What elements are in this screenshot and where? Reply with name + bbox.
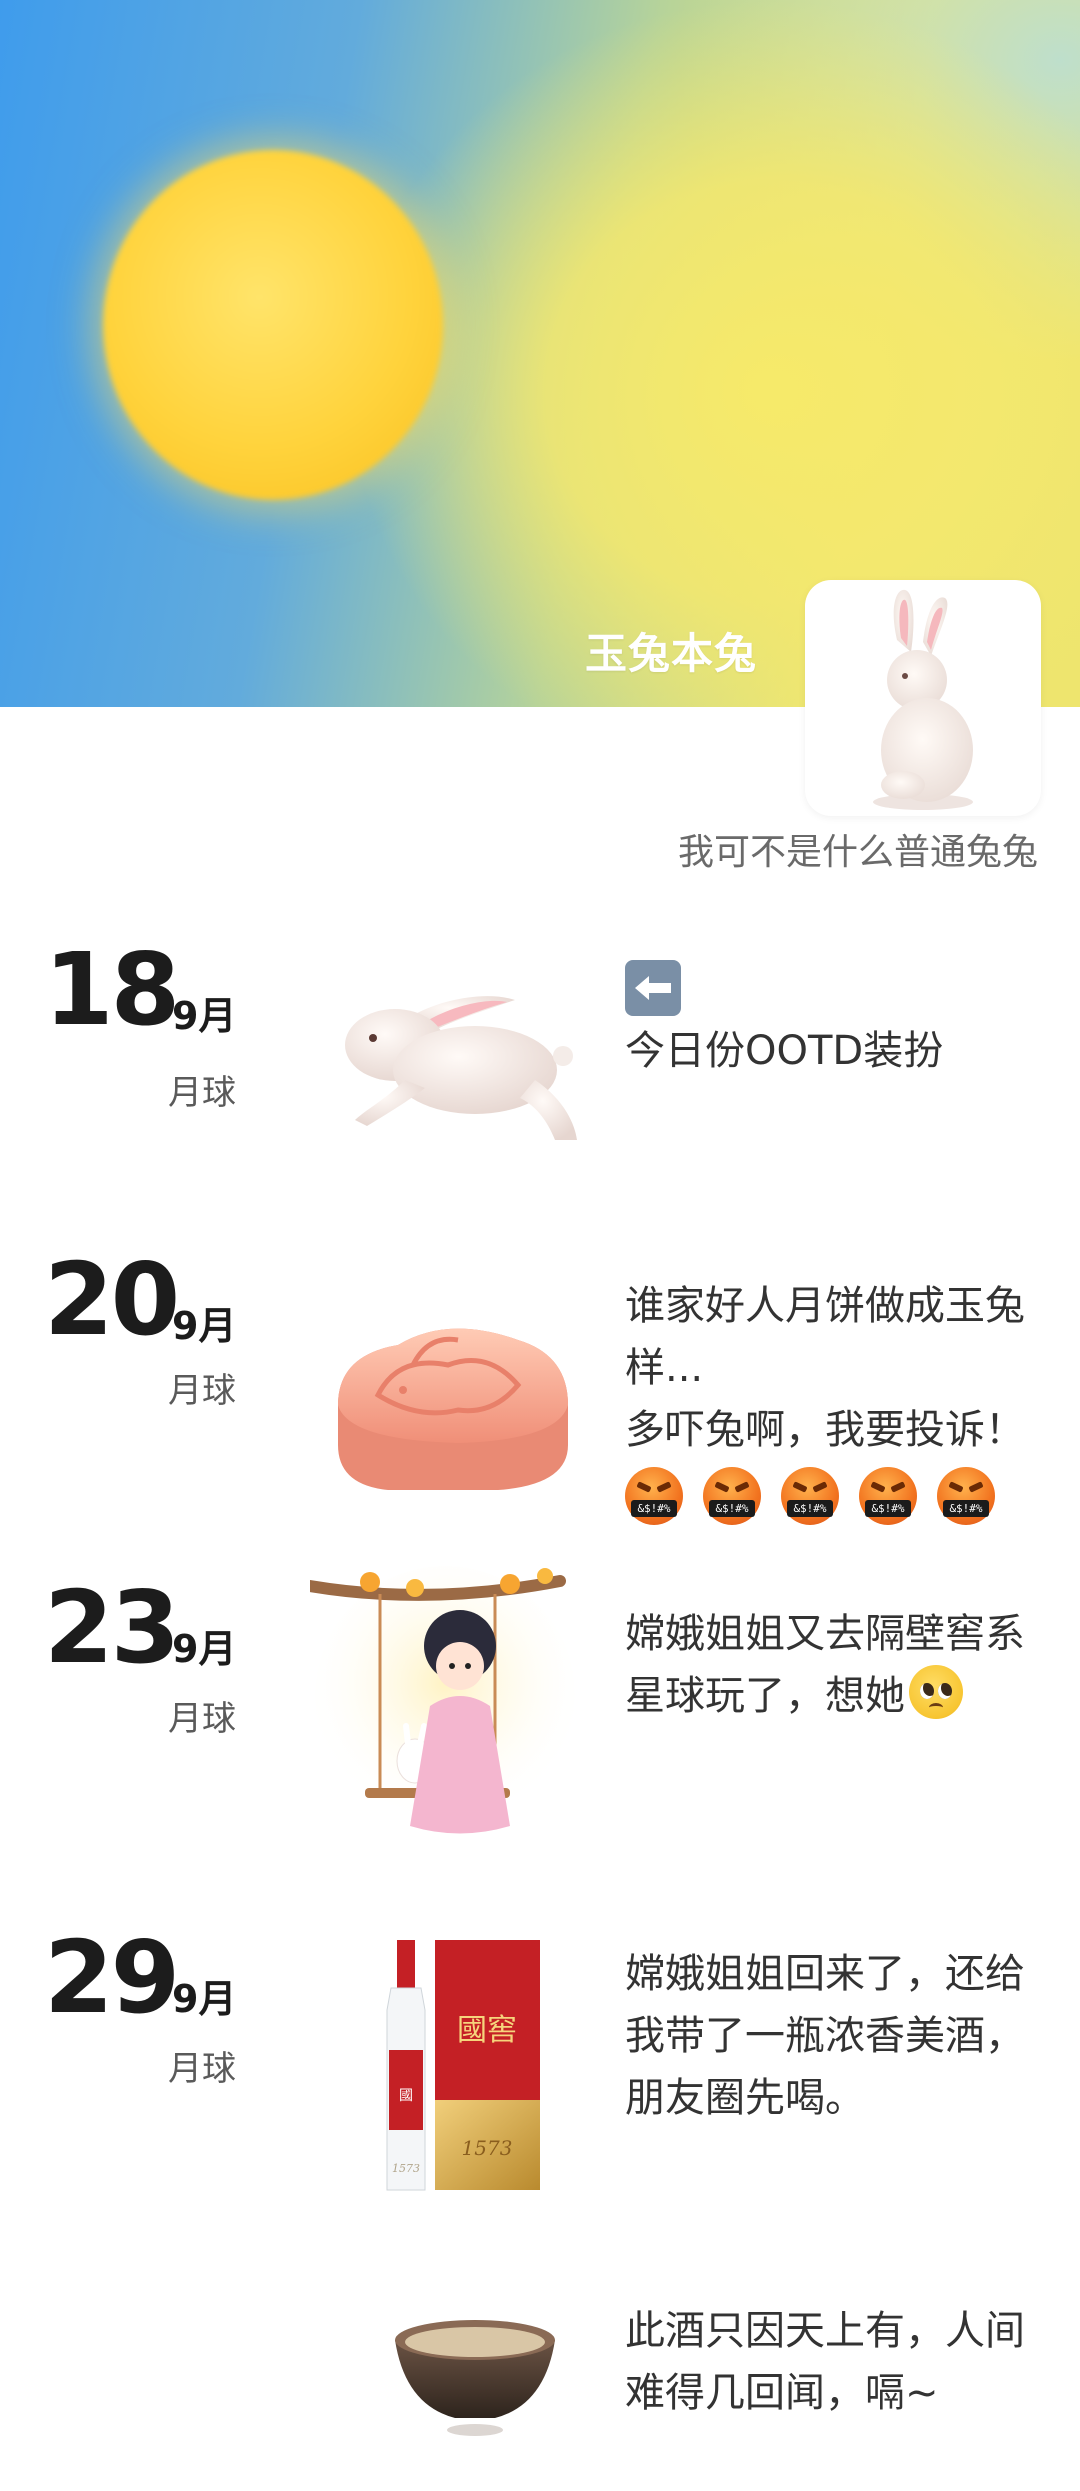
post-text: 嫦娥姐姐回来了，还给我带了一瓶浓香美酒，朋友圈先喝。 — [625, 1951, 1025, 2121]
cursing-face-icon: &$!#% — [781, 1467, 839, 1525]
post-day: 29 — [44, 1919, 180, 2036]
post-text: 嫦娥姐姐又去隔壁窖系星球玩了，想她 — [625, 1611, 1025, 1719]
post-text-block: 今日份OOTD装扮 — [625, 960, 1055, 1082]
post-text: 此酒只因天上有，人间难得几回闻，嗝~ — [625, 2308, 1025, 2416]
liquor-bottle-icon: 國窖 1573 國 1573 — [386, 1940, 540, 2191]
cursing-face-icon: &$!#% — [703, 1467, 761, 1525]
emoji-row: &$!#% &$!#% &$!#% &$!#% &$!#% — [625, 1467, 1055, 1525]
post-text-line: 多吓兔啊，我要投诉！ — [625, 1407, 1025, 1453]
left-arrow-icon — [625, 960, 681, 1016]
wine-cup-image[interactable] — [385, 2310, 565, 2444]
post-month: 9月 — [172, 994, 237, 1038]
svg-text:1573: 1573 — [462, 2136, 513, 2160]
post-location: 月球 — [168, 2049, 236, 2089]
rabbit-mooncake-image[interactable] — [318, 1295, 580, 1499]
wine-cup-icon — [395, 2320, 555, 2436]
pleading-face-icon — [909, 1665, 963, 1719]
cursing-face-icon: &$!#% — [937, 1467, 995, 1525]
post-text-block: 谁家好人月饼做成玉兔样... 多吓兔啊，我要投诉！ &$!#% &$!#% &$… — [625, 1275, 1055, 1525]
svg-text:1573: 1573 — [392, 2162, 420, 2175]
post-text-block: 嫦娥姐姐又去隔壁窖系星球玩了，想她 — [625, 1603, 1055, 1727]
post-location: 月球 — [168, 1073, 236, 1113]
post-day: 20 — [44, 1241, 180, 1358]
post-day: 18 — [44, 931, 180, 1048]
jumping-rabbit-image[interactable] — [315, 990, 595, 1144]
post-location: 月球 — [168, 1371, 236, 1411]
rabbit-avatar-icon — [873, 589, 973, 810]
post-month: 9月 — [172, 1977, 237, 2021]
post-month: 9月 — [172, 1304, 237, 1348]
post-day: 23 — [44, 1569, 180, 1686]
post-text: 今日份OOTD装扮 — [625, 1028, 944, 1074]
cursing-face-icon: &$!#% — [859, 1467, 917, 1525]
rabbit-illustration-icon — [345, 996, 577, 1140]
post-month: 9月 — [172, 1627, 237, 1671]
change-swing-image[interactable] — [304, 1566, 580, 1850]
username[interactable]: 玉兔本兔 — [585, 620, 757, 681]
sun-graphic — [103, 150, 443, 500]
mooncake-icon — [338, 1328, 568, 1490]
avatar[interactable] — [805, 580, 1041, 816]
baijiu-bottle-image[interactable]: 國窖 1573 國 1573 — [375, 1940, 545, 2204]
svg-text:國窖: 國窖 — [457, 2013, 517, 2048]
cursing-face-icon: &$!#% — [625, 1467, 683, 1525]
post-location: 月球 — [168, 1699, 236, 1739]
post-text-line: 谁家好人月饼做成玉兔样... — [625, 1283, 1025, 1391]
change-illustration-icon — [304, 1566, 575, 1834]
svg-text:國: 國 — [399, 2088, 413, 2104]
signature: 我可不是什么普通兔兔 — [677, 832, 1038, 873]
